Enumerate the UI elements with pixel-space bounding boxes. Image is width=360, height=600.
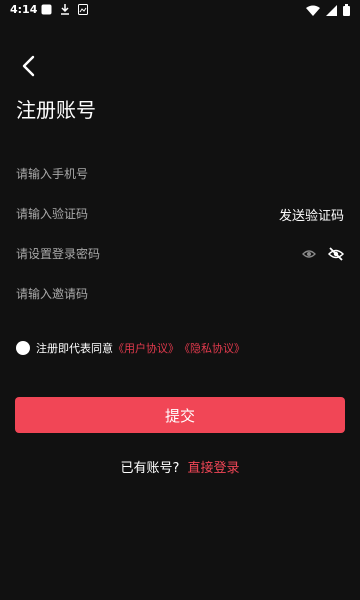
login-prompt: 已有账号? <box>120 461 180 476</box>
user-agreement-link[interactable]: 《用户协议》 <box>113 340 179 356</box>
status-bar: 4:14 <box>0 0 360 22</box>
agreement-prefix: 注册即代表同意 <box>36 342 113 355</box>
password-field-row <box>16 242 344 266</box>
verification-code-input[interactable] <box>16 207 216 221</box>
invite-field-row <box>16 282 344 306</box>
phone-input[interactable] <box>16 167 216 181</box>
direct-login-link[interactable]: 直接登录 <box>188 461 240 476</box>
agreement-radio[interactable] <box>16 341 30 355</box>
signal-icon <box>326 4 337 19</box>
status-time: 4:14 <box>10 3 38 16</box>
back-button[interactable] <box>16 52 44 80</box>
send-code-button[interactable]: 发送验证码 <box>279 205 344 224</box>
invite-code-input[interactable] <box>16 287 216 301</box>
eye-icon[interactable] <box>302 249 316 259</box>
agreement-row: 注册即代表同意 《用户协议》 《隐私协议》 <box>16 339 245 357</box>
download-icon <box>60 4 70 18</box>
password-visibility-controls <box>302 247 344 261</box>
wifi-icon <box>306 5 320 19</box>
photo-icon <box>78 4 88 18</box>
app-square-icon <box>41 4 52 18</box>
chevron-left-icon <box>22 55 35 77</box>
battery-icon <box>343 4 350 19</box>
status-indicators <box>306 4 350 19</box>
password-input[interactable] <box>16 247 216 261</box>
phone-field-row <box>16 162 344 186</box>
login-row: 已有账号? 直接登录 <box>0 457 360 476</box>
submit-button[interactable]: 提交 <box>15 397 345 433</box>
code-field-row: 发送验证码 <box>16 202 344 226</box>
privacy-agreement-link[interactable]: 《隐私协议》 <box>179 340 245 356</box>
page-title: 注册账号 <box>16 98 96 122</box>
eye-off-icon[interactable] <box>328 247 344 261</box>
